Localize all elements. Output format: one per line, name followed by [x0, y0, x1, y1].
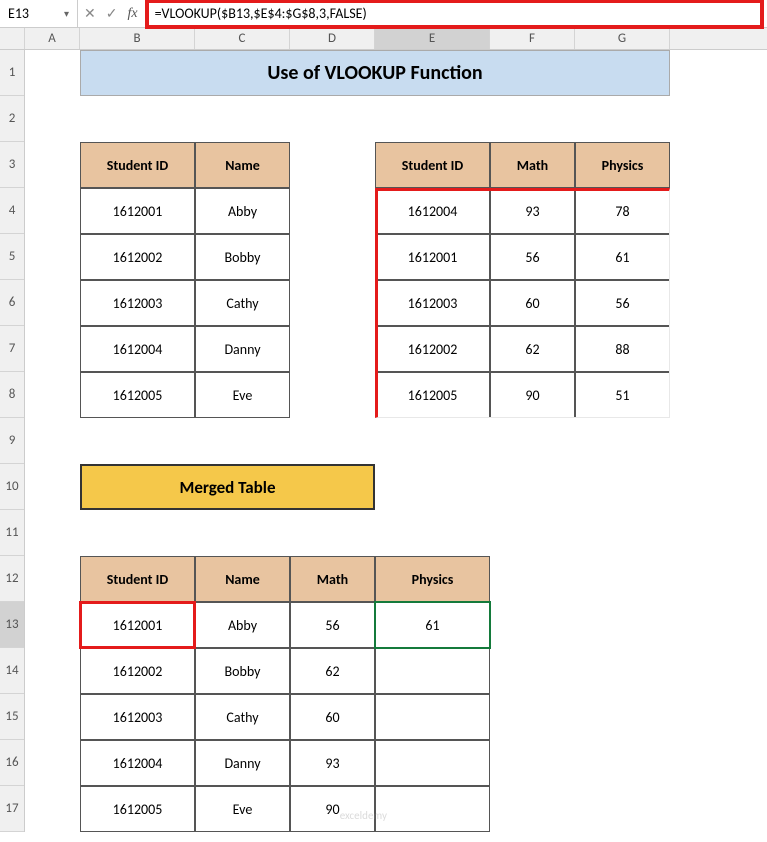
cell[interactable]: 60	[490, 280, 575, 326]
col-header[interactable]: D	[290, 28, 375, 49]
cell[interactable]	[375, 740, 490, 786]
cell[interactable]: 1612002	[375, 326, 490, 372]
cell[interactable]: 56	[490, 234, 575, 280]
cell[interactable]: Student ID	[80, 142, 195, 188]
row-header[interactable]: 2	[0, 96, 24, 142]
col-header[interactable]: C	[195, 28, 290, 49]
row-header[interactable]: 5	[0, 234, 24, 280]
column-headers: A B C D E F G	[0, 28, 767, 50]
cell[interactable]: 1612005	[375, 372, 490, 418]
row-header[interactable]: 14	[0, 648, 24, 694]
cell[interactable]	[375, 648, 490, 694]
cell[interactable]: 93	[490, 188, 575, 234]
cell[interactable]: Math	[490, 142, 575, 188]
cell[interactable]: Physics	[375, 556, 490, 602]
row-header[interactable]: 1	[0, 50, 24, 96]
row-header[interactable]: 4	[0, 188, 24, 234]
row-header[interactable]: 15	[0, 694, 24, 740]
cell[interactable]: Danny	[195, 326, 290, 372]
cell[interactable]: 88	[575, 326, 670, 372]
row-header[interactable]: 3	[0, 142, 24, 188]
cell[interactable]	[375, 786, 490, 832]
cell[interactable]: Name	[195, 556, 290, 602]
cell[interactable]: 1612004	[375, 188, 490, 234]
row-header[interactable]: 13	[0, 602, 24, 648]
cell[interactable]: Student ID	[375, 142, 490, 188]
row-header[interactable]: 10	[0, 464, 24, 510]
merged-table-title: Merged Table	[80, 464, 375, 510]
col-header[interactable]: G	[575, 28, 670, 49]
cell[interactable]: 1612001	[375, 234, 490, 280]
cancel-icon[interactable]: ✕	[84, 5, 96, 22]
col-header[interactable]: F	[490, 28, 575, 49]
formula-bar-icons: ✕ ✓ fx	[78, 0, 144, 27]
row-header[interactable]: 7	[0, 326, 24, 372]
row-headers: 1 2 3 4 5 6 7 8 9 10 11 12 13 14 15 16 1…	[0, 50, 25, 832]
cell[interactable]: 93	[290, 740, 375, 786]
cell[interactable]: Danny	[195, 740, 290, 786]
cell[interactable]: 51	[575, 372, 670, 418]
cell[interactable]: Eve	[195, 786, 290, 832]
cell[interactable]: 1612005	[80, 786, 195, 832]
cell[interactable]: 61	[575, 234, 670, 280]
formula-bar: E13 ▾ ✕ ✓ fx =VLOOKUP($B13,$E$4:$G$8,3,F…	[0, 0, 767, 28]
cell[interactable]: 1612004	[80, 740, 195, 786]
cell[interactable]: Bobby	[195, 234, 290, 280]
cell[interactable]: 60	[290, 694, 375, 740]
cell[interactable]: Student ID	[80, 556, 195, 602]
check-icon[interactable]: ✓	[106, 5, 118, 22]
row-header[interactable]: 17	[0, 786, 24, 832]
cell[interactable]: 1612001	[80, 188, 195, 234]
cell[interactable]: Name	[195, 142, 290, 188]
spreadsheet-grid: A B C D E F G 1 2 3 4 5 6 7 8 9 10 11 12…	[0, 28, 767, 832]
cell[interactable]: 62	[290, 648, 375, 694]
cell[interactable]: 61	[375, 602, 490, 648]
row-header[interactable]: 6	[0, 280, 24, 326]
row-header[interactable]: 9	[0, 418, 24, 464]
cell[interactable]: 1612004	[80, 326, 195, 372]
col-header[interactable]: B	[80, 28, 195, 49]
select-all-triangle[interactable]	[0, 28, 25, 49]
cell[interactable]: 56	[575, 280, 670, 326]
cell[interactable]: Physics	[575, 142, 670, 188]
cell[interactable]: Abby	[195, 188, 290, 234]
cell[interactable]	[375, 694, 490, 740]
col-header[interactable]: E	[375, 28, 490, 49]
fx-icon[interactable]: fx	[127, 6, 137, 22]
row-header[interactable]: 8	[0, 372, 24, 418]
cell[interactable]: Math	[290, 556, 375, 602]
cell[interactable]: 1612001	[80, 602, 195, 648]
cell[interactable]: Eve	[195, 372, 290, 418]
name-box-value: E13	[8, 5, 29, 22]
row-header[interactable]: 11	[0, 510, 24, 556]
cell[interactable]: 90	[290, 786, 375, 832]
cell[interactable]: 1612003	[375, 280, 490, 326]
cell[interactable]: 90	[490, 372, 575, 418]
cell[interactable]: 1612003	[80, 280, 195, 326]
row-header[interactable]: 12	[0, 556, 24, 602]
formula-text: =VLOOKUP($B13,$E$4:$G$8,3,FALSE)	[155, 5, 367, 22]
cell[interactable]: Cathy	[195, 694, 290, 740]
cell[interactable]: 56	[290, 602, 375, 648]
cell-area[interactable]: Use of VLOOKUP Function Merged Table Stu…	[25, 50, 767, 832]
page-title: Use of VLOOKUP Function	[80, 50, 670, 96]
cell[interactable]: Cathy	[195, 280, 290, 326]
cell[interactable]: 62	[490, 326, 575, 372]
chevron-down-icon[interactable]: ▾	[64, 7, 69, 20]
cell[interactable]: Abby	[195, 602, 290, 648]
name-box[interactable]: E13 ▾	[0, 0, 78, 27]
cell[interactable]: 1612005	[80, 372, 195, 418]
cell[interactable]: 1612002	[80, 648, 195, 694]
cell[interactable]: 78	[575, 188, 670, 234]
cell[interactable]: Bobby	[195, 648, 290, 694]
cell[interactable]: 1612002	[80, 234, 195, 280]
row-header[interactable]: 16	[0, 740, 24, 786]
cell[interactable]: 1612003	[80, 694, 195, 740]
formula-input[interactable]: =VLOOKUP($B13,$E$4:$G$8,3,FALSE)	[146, 0, 763, 28]
col-header[interactable]: A	[25, 28, 80, 49]
